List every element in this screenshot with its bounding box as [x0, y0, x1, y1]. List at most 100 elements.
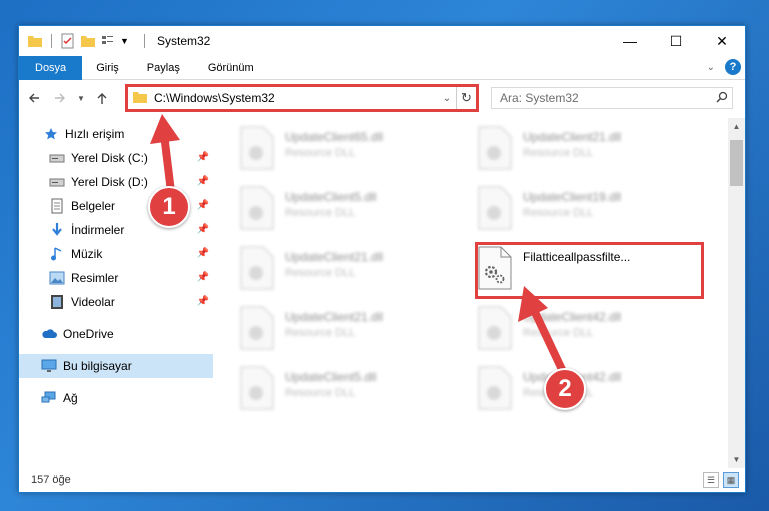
- dll-file-icon: [239, 366, 277, 412]
- file-item[interactable]: UpdateClient5.dll Resource DLL: [219, 364, 439, 418]
- scroll-down-icon[interactable]: ▼: [728, 451, 745, 468]
- dll-file-icon: [477, 126, 515, 172]
- scroll-thumb[interactable]: [730, 140, 743, 186]
- sidebar-item-label: Yerel Disk (D:): [71, 175, 148, 189]
- quick-access-toolbar: ▼: [27, 33, 149, 49]
- file-type: Resource DLL: [285, 267, 356, 279]
- tab-file[interactable]: Dosya: [19, 55, 83, 80]
- sidebar-item-label: Yerel Disk (C:): [71, 151, 148, 165]
- file-type: Resource DLL: [285, 327, 356, 339]
- drive-icon: [49, 150, 65, 166]
- pin-icon[interactable]: 📌: [197, 224, 209, 235]
- title-bar: ▼ System32 — ☐ ✕: [19, 26, 745, 56]
- forward-button[interactable]: [49, 87, 71, 109]
- sidebar-item-label: Resimler: [71, 271, 119, 285]
- tab-share[interactable]: Paylaş: [133, 56, 194, 80]
- customize-toolbar-icon[interactable]: [100, 33, 116, 49]
- folder-icon: [132, 89, 148, 108]
- scroll-up-icon[interactable]: ▲: [728, 118, 745, 135]
- cloud-icon: [41, 326, 57, 342]
- tab-view[interactable]: Görünüm: [194, 56, 268, 80]
- status-bar: 157 öğe ☰ ▦: [19, 468, 745, 492]
- properties-icon[interactable]: [60, 33, 76, 49]
- file-name: UpdateClient5.dll: [285, 190, 377, 204]
- dll-file-icon: [477, 366, 515, 412]
- sidebar-item-network[interactable]: Ağ: [19, 386, 213, 410]
- file-type: Resource DLL: [523, 207, 594, 219]
- file-item[interactable]: UpdateClient5.dll Resource DLL: [219, 184, 439, 238]
- chevron-down-icon[interactable]: ⌄: [438, 93, 456, 104]
- pictures-icon: [49, 270, 65, 286]
- window-title: System32: [157, 34, 211, 48]
- step-badge-2: 2: [544, 368, 586, 410]
- file-item[interactable]: UpdateClient65.dll Resource DLL: [219, 124, 439, 178]
- maximize-button[interactable]: ☐: [653, 26, 699, 56]
- download-icon: [49, 222, 65, 238]
- file-highlight-box: [475, 242, 704, 299]
- new-folder-icon[interactable]: [80, 33, 96, 49]
- document-icon: [49, 198, 65, 214]
- music-icon: [49, 246, 65, 262]
- file-type: Resource DLL: [285, 207, 356, 219]
- dll-file-icon: [477, 306, 515, 352]
- network-icon: [41, 390, 57, 406]
- drive-icon: [49, 174, 65, 190]
- file-name: UpdateClient21.dll: [523, 130, 622, 144]
- star-icon: [43, 126, 59, 142]
- sidebar-item-onedrive[interactable]: OneDrive: [19, 322, 213, 346]
- address-path[interactable]: C:\Windows\System32: [154, 91, 438, 105]
- search-input[interactable]: Ara: System32: [500, 91, 712, 105]
- file-item[interactable]: UpdateClient19.dll Resource DLL: [457, 184, 677, 238]
- minimize-button[interactable]: —: [607, 26, 653, 56]
- sidebar-item-pictures[interactable]: Resimler 📌: [19, 266, 213, 290]
- file-name: UpdateClient21.dll: [285, 310, 384, 324]
- back-button[interactable]: [23, 87, 45, 109]
- pin-icon[interactable]: 📌: [197, 296, 209, 307]
- expand-ribbon-icon[interactable]: ⌄: [707, 62, 715, 73]
- sidebar-item-label: Bu bilgisayar: [63, 359, 132, 373]
- dll-file-icon: [477, 186, 515, 232]
- file-item[interactable]: UpdateClient21.dll Resource DLL: [457, 124, 677, 178]
- computer-icon: [41, 358, 57, 374]
- tiles-view-icon[interactable]: ▦: [723, 472, 739, 488]
- sidebar-item-label: Müzik: [71, 247, 103, 261]
- window-controls: — ☐ ✕: [607, 26, 745, 56]
- tab-home[interactable]: Giriş: [82, 56, 133, 80]
- close-button[interactable]: ✕: [699, 26, 745, 56]
- file-type: Resource DLL: [523, 147, 594, 159]
- search-icon[interactable]: [712, 91, 732, 106]
- dll-file-icon: [239, 126, 277, 172]
- details-view-icon[interactable]: ☰: [703, 472, 719, 488]
- help-icon[interactable]: ?: [725, 59, 741, 75]
- sidebar-item-label: İndirmeler: [71, 223, 125, 237]
- file-name: UpdateClient65.dll: [285, 130, 384, 144]
- navigation-bar: ▼ C:\Windows\System32 ⌄ ↻ Ara: System32: [19, 80, 745, 116]
- pin-icon[interactable]: 📌: [197, 248, 209, 259]
- recent-locations-button[interactable]: ▼: [75, 87, 87, 109]
- file-name: UpdateClient5.dll: [285, 370, 377, 384]
- sidebar-item-label: Ağ: [63, 391, 78, 405]
- folder-icon: [27, 33, 43, 49]
- search-box[interactable]: Ara: System32: [491, 87, 733, 109]
- sidebar-item-videos[interactable]: Videolar 📌: [19, 290, 213, 314]
- videos-icon: [49, 294, 65, 310]
- file-item[interactable]: UpdateClient21.dll Resource DLL: [219, 244, 439, 298]
- file-name: UpdateClient19.dll: [523, 190, 622, 204]
- pin-icon[interactable]: 📌: [197, 272, 209, 283]
- ribbon-tabs: Dosya Giriş Paylaş Görünüm ⌄ ?: [19, 55, 745, 80]
- file-name: UpdateClient21.dll: [285, 250, 384, 264]
- sidebar-item-music[interactable]: Müzik 📌: [19, 242, 213, 266]
- sidebar-item-label: OneDrive: [63, 327, 114, 341]
- file-type: Resource DLL: [285, 147, 356, 159]
- item-count: 157 öğe: [31, 474, 71, 486]
- step-badge-1: 1: [148, 186, 190, 228]
- refresh-icon[interactable]: ↻: [456, 87, 476, 109]
- vertical-scrollbar[interactable]: ▲ ▼: [728, 118, 745, 468]
- sidebar-item-this-pc[interactable]: Bu bilgisayar: [19, 354, 213, 378]
- file-item[interactable]: UpdateClient21.dll Resource DLL: [219, 304, 439, 358]
- up-button[interactable]: [91, 87, 113, 109]
- chevron-down-icon[interactable]: ▼: [120, 33, 136, 49]
- sidebar-item-label: Videolar: [71, 295, 115, 309]
- file-type: Resource DLL: [285, 387, 356, 399]
- dll-file-icon: [239, 306, 277, 352]
